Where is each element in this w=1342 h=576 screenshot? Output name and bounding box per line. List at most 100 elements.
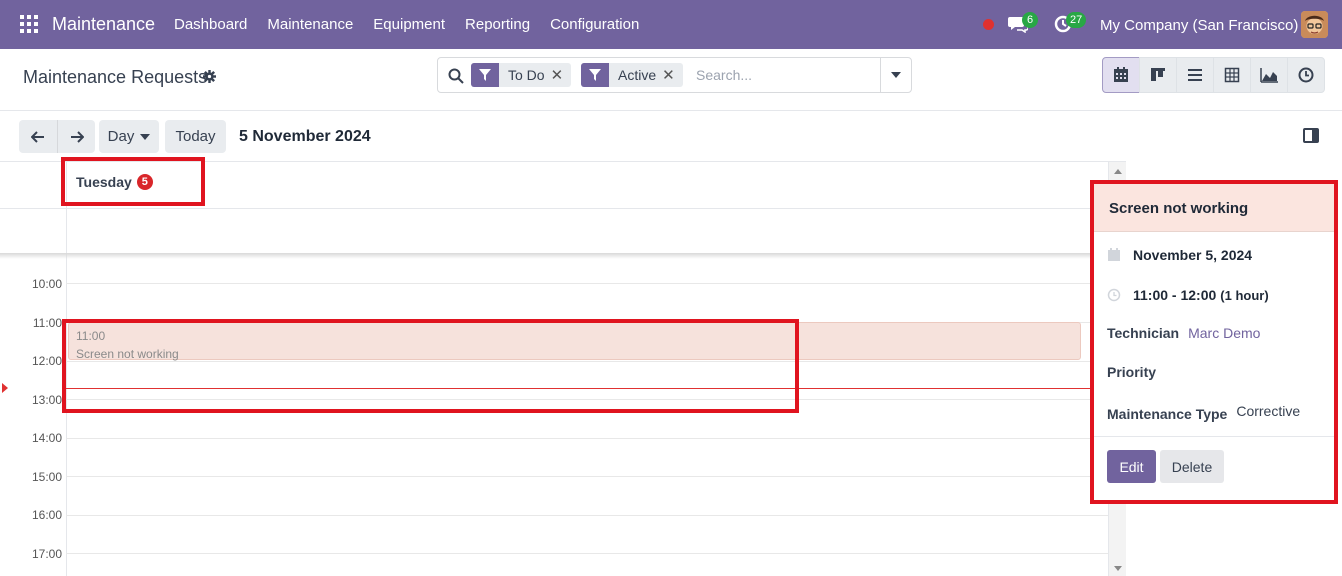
- facet-label: To Do: [508, 67, 545, 83]
- user-avatar[interactable]: [1301, 11, 1328, 38]
- hour-label: 15:00: [31, 470, 62, 484]
- time-gutter-divider: [66, 162, 67, 576]
- graph-view-button[interactable]: [1250, 57, 1288, 93]
- pivot-view-button[interactable]: [1213, 57, 1251, 93]
- hour-line: [66, 515, 1108, 516]
- popover-priority-row: Priority: [1107, 364, 1156, 380]
- view-switcher: [1102, 57, 1325, 93]
- hour-line: [66, 399, 1108, 400]
- page-title[interactable]: Maintenance Requests: [23, 67, 207, 88]
- app-name[interactable]: Maintenance: [52, 14, 155, 35]
- calendar-icon: [1108, 248, 1120, 261]
- hour-label: 17:00: [31, 547, 62, 561]
- popover-date: November 5, 2024: [1133, 247, 1253, 263]
- calendar-icon: [1114, 67, 1128, 82]
- delete-button[interactable]: Delete: [1160, 450, 1224, 483]
- all-day-row-divider: [0, 208, 1108, 209]
- menu-equipment[interactable]: Equipment: [373, 16, 445, 33]
- top-navbar: Maintenance Dashboard Maintenance Equipm…: [0, 0, 1342, 49]
- main-menu: Dashboard Maintenance Equipment Reportin…: [174, 16, 639, 33]
- calendar-event[interactable]: 11:00 Screen not working: [68, 322, 1081, 361]
- current-date: 5 November 2024: [239, 128, 371, 145]
- gear-icon[interactable]: [203, 70, 216, 83]
- next-button[interactable]: [57, 120, 95, 153]
- recording-indicator-icon[interactable]: [983, 19, 994, 30]
- remove-facet-close-icon[interactable]: ✕: [551, 66, 572, 84]
- day-count-badge: 5: [136, 174, 153, 190]
- calendar-view-button[interactable]: [1102, 57, 1140, 93]
- hour-label: 16:00: [31, 508, 62, 522]
- activities-badge: 27: [1066, 12, 1087, 28]
- area-chart-icon: [1260, 68, 1278, 83]
- hour-label: 11:00: [32, 316, 62, 330]
- popover-title: Screen not working: [1094, 184, 1334, 232]
- hour-label: 12:00: [31, 354, 62, 368]
- control-panel: Maintenance Requests To Do ✕ Active ✕: [0, 49, 1342, 111]
- current-time-line: [66, 388, 1108, 389]
- priority-label: Priority: [1107, 364, 1157, 380]
- popover-time: 11:00 - 12:00: [1133, 287, 1217, 303]
- day-header[interactable]: Tuesday 5: [76, 174, 153, 190]
- kanban-view-button[interactable]: [1139, 57, 1177, 93]
- hour-label: 13:00: [31, 393, 62, 407]
- menu-dashboard[interactable]: Dashboard: [174, 16, 247, 33]
- today-button[interactable]: Today: [165, 120, 226, 153]
- popover-time-row: 11:00 - 12:00 (1 hour): [1107, 287, 1269, 303]
- arrow-right-icon: [70, 130, 84, 143]
- facet-label: Active: [618, 67, 657, 83]
- clock-icon: [1298, 67, 1314, 83]
- arrow-left-icon: [31, 130, 44, 143]
- caret-down-icon: [140, 133, 151, 140]
- scale-dropdown[interactable]: Day: [99, 120, 159, 153]
- menu-maintenance[interactable]: Maintenance: [267, 16, 353, 33]
- event-time: 11:00: [76, 329, 106, 343]
- hour-label: 14:00: [31, 431, 62, 445]
- scale-label: Day: [107, 128, 135, 145]
- activity-view-button[interactable]: [1287, 57, 1325, 93]
- list-view-button[interactable]: [1176, 57, 1214, 93]
- messages-badge: 6: [1022, 12, 1038, 28]
- search-icon[interactable]: [448, 68, 464, 84]
- previous-button[interactable]: [19, 120, 57, 153]
- day-label: Tuesday: [76, 174, 132, 190]
- list-icon: [1188, 69, 1202, 81]
- apps-menu-icon[interactable]: [20, 15, 38, 33]
- hour-label: 10:00: [31, 277, 62, 291]
- popover-technician-row: Technician Marc Demo: [1107, 325, 1260, 341]
- all-day-shadow: [0, 253, 1108, 259]
- search-options-toggle[interactable]: [880, 58, 911, 92]
- menu-reporting[interactable]: Reporting: [465, 16, 530, 33]
- popover-duration: (1 hour): [1220, 287, 1269, 303]
- scroll-down-arrow-icon[interactable]: [1114, 566, 1122, 571]
- edit-button[interactable]: Edit: [1107, 450, 1156, 483]
- popover-date-row: November 5, 2024: [1107, 247, 1252, 263]
- filter-facet-todo: To Do ✕: [471, 63, 572, 87]
- popover-divider: [1094, 436, 1334, 437]
- clock-icon: [1107, 288, 1121, 302]
- filter-facet-active: Active ✕: [581, 63, 683, 87]
- hour-line: [66, 283, 1108, 284]
- event-title: Screen not working: [76, 347, 179, 361]
- maintenance-type-label: Maintenance Type: [1107, 406, 1228, 422]
- technician-value[interactable]: Marc Demo: [1188, 325, 1260, 341]
- scroll-up-arrow-icon[interactable]: [1114, 169, 1122, 174]
- company-switcher[interactable]: My Company (San Francisco): [1100, 17, 1298, 34]
- hour-line: [66, 553, 1108, 554]
- side-panel-toggle-icon[interactable]: [1303, 128, 1319, 143]
- filter-icon: [471, 63, 499, 87]
- kanban-icon: [1151, 68, 1165, 81]
- hour-line: [66, 476, 1108, 477]
- menu-configuration[interactable]: Configuration: [550, 16, 639, 33]
- popover-type-row: Maintenance Type Corrective: [1107, 402, 1300, 422]
- calendar-day-view: Tuesday 5 10:00 11:00 12:00 13:00 14:00 …: [0, 161, 1126, 576]
- technician-label: Technician: [1107, 325, 1180, 341]
- search-input[interactable]: [696, 67, 876, 83]
- hour-line: [66, 438, 1108, 439]
- filter-icon: [581, 63, 609, 87]
- search-bar: To Do ✕ Active ✕: [437, 57, 912, 93]
- caret-down-icon: [891, 72, 901, 78]
- maintenance-type-value: Corrective: [1236, 403, 1301, 419]
- event-popover: Screen not working November 5, 2024 11:0…: [1090, 180, 1338, 504]
- remove-facet-close-icon[interactable]: ✕: [662, 66, 683, 84]
- pivot-icon: [1224, 67, 1240, 83]
